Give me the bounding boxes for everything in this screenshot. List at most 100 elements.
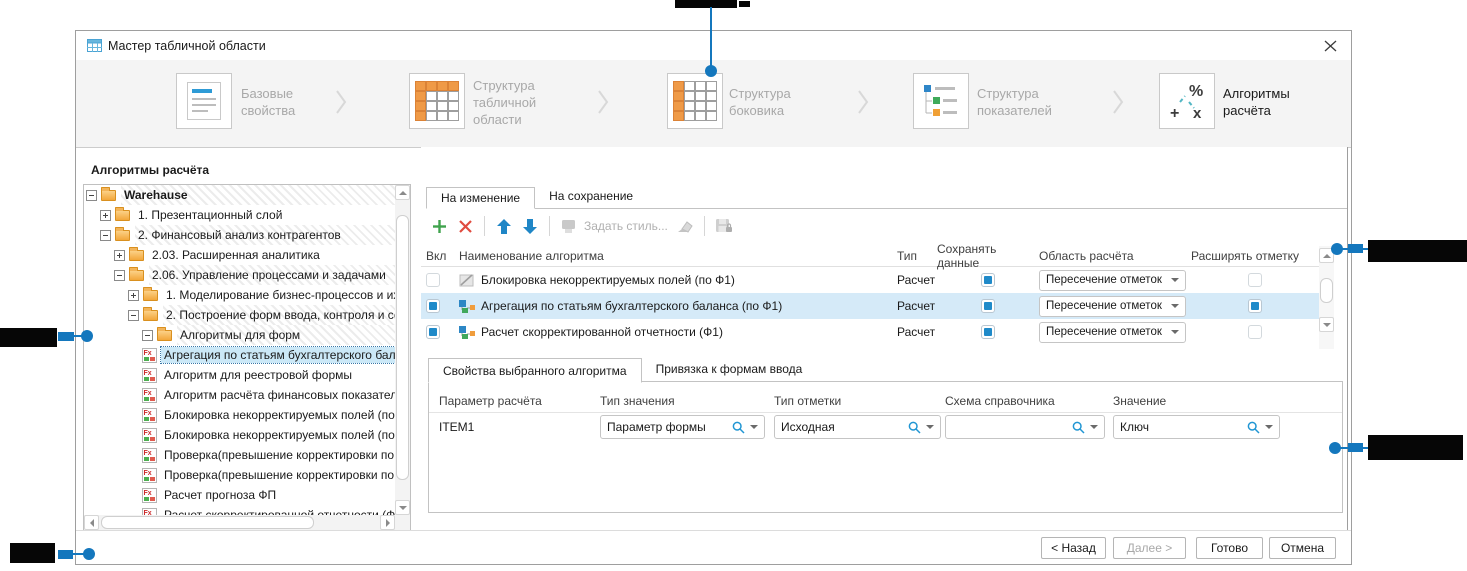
close-icon[interactable] — [1321, 38, 1339, 54]
column-header[interactable]: Тип — [897, 249, 937, 263]
tree-node[interactable]: Fx Агрегация по статьям бухгалтерского б… — [84, 345, 395, 365]
tree-node[interactable]: 2.06. Управление процессами и задачами — [84, 265, 395, 285]
collapse-icon[interactable] — [142, 330, 153, 341]
collapse-icon[interactable] — [100, 230, 111, 241]
enabled-checkbox[interactable] — [426, 325, 440, 339]
algorithm-type: Расчет — [897, 299, 937, 313]
move-down-icon[interactable] — [517, 214, 543, 238]
column-header[interactable]: Область расчёта — [1039, 249, 1191, 263]
tree-node[interactable]: Fx Алгоритм для реестровой формы — [84, 365, 395, 385]
table-row[interactable]: Расчет скорректированной отчетности (Ф1)… — [421, 319, 1333, 345]
next-button[interactable]: Далее > — [1113, 537, 1186, 559]
step-basic-properties[interactable] — [176, 73, 232, 129]
collapse-icon[interactable] — [86, 190, 97, 201]
dictionary-schema-dropdown[interactable] — [945, 415, 1105, 439]
move-up-icon[interactable] — [491, 214, 517, 238]
save-data-checkbox[interactable] — [981, 299, 995, 313]
hierarchy-icon — [459, 325, 475, 339]
scrollbar-thumb[interactable] — [101, 516, 314, 529]
search-icon[interactable] — [1072, 421, 1085, 434]
step-label: Алгоритмы расчёта — [1223, 85, 1315, 119]
column-header[interactable]: Сохранять данные — [937, 242, 1039, 270]
add-icon[interactable] — [426, 214, 452, 238]
step-calc-algorithms[interactable]: % + x — [1159, 73, 1215, 129]
tree-node[interactable]: 1. Моделирование бизнес-процессов и их в… — [84, 285, 395, 305]
scrollbar-thumb[interactable] — [396, 215, 409, 480]
collapse-icon[interactable] — [114, 270, 125, 281]
chevron-down-icon — [1171, 278, 1179, 282]
column-header[interactable]: Наименование алгоритма — [459, 249, 897, 263]
tree-node[interactable]: Fx Проверка(превышение корректировки по … — [84, 465, 395, 485]
enabled-checkbox[interactable] — [426, 273, 440, 287]
callout-line — [710, 7, 712, 66]
chevron-down-icon[interactable] — [926, 425, 934, 429]
chevron-down-icon[interactable] — [1090, 425, 1098, 429]
tree-node[interactable]: Fx Блокировка некорректируемых полей (по… — [84, 405, 395, 425]
save-data-checkbox[interactable] — [981, 325, 995, 339]
tree-node[interactable]: Fx Проверка(превышение корректировки по … — [84, 445, 395, 465]
collapse-icon[interactable] — [128, 310, 139, 321]
expand-icon[interactable] — [128, 290, 139, 301]
tree-node-label: 1. Моделирование бизнес-процессов и их в… — [163, 287, 395, 303]
tree-node[interactable]: Warehause — [84, 185, 395, 205]
tree-node-label: Алгоритм расчёта финансовых показателей — [161, 387, 395, 403]
tree-node[interactable]: 2.03. Расширенная аналитика — [84, 245, 395, 265]
scroll-left-icon[interactable] — [84, 515, 99, 530]
cancel-button[interactable]: Отмена — [1269, 537, 1336, 559]
tree-node[interactable]: Алгоритмы для форм — [84, 325, 395, 345]
enabled-checkbox[interactable] — [426, 299, 440, 313]
save-data-checkbox[interactable] — [981, 273, 995, 287]
redacted-annotation — [739, 1, 750, 7]
delete-icon[interactable] — [452, 214, 478, 238]
tree-node-label: 2. Финансовый анализ контрагентов — [135, 227, 344, 243]
calc-algorithms-icon: % + x — [1166, 80, 1208, 122]
step-table-area-structure[interactable] — [409, 73, 465, 129]
search-icon[interactable] — [908, 421, 921, 434]
step-indicators-structure[interactable] — [913, 73, 969, 129]
calc-area-dropdown[interactable]: Пересечение отметок — [1039, 322, 1186, 343]
expand-mark-checkbox[interactable] — [1248, 299, 1262, 313]
tree-node[interactable]: 2. Финансовый анализ контрагентов — [84, 225, 395, 245]
tab-on-change[interactable]: На изменение — [426, 187, 535, 209]
calc-area-dropdown[interactable]: Пересечение отметок — [1039, 270, 1186, 291]
save-lock-icon[interactable] — [711, 214, 737, 238]
column-header[interactable]: Расширять отметку — [1191, 249, 1319, 263]
expand-icon[interactable] — [114, 250, 125, 261]
scroll-down-icon[interactable] — [395, 500, 410, 515]
done-button[interactable]: Готово — [1196, 537, 1263, 559]
scroll-right-icon[interactable] — [380, 515, 395, 530]
expand-mark-checkbox[interactable] — [1248, 325, 1262, 339]
tree-node[interactable]: Fx Блокировка некорректируемых полей (по… — [84, 425, 395, 445]
column-header[interactable]: Вкл — [421, 249, 459, 263]
expand-icon[interactable] — [100, 210, 111, 221]
set-style-label[interactable]: Задать стиль... — [584, 219, 668, 233]
step-side-head-structure[interactable] — [667, 73, 723, 129]
back-button[interactable]: < Назад — [1041, 537, 1106, 559]
tree-node[interactable]: Fx Алгоритм расчёта финансовых показател… — [84, 385, 395, 405]
scroll-down-icon[interactable] — [1319, 317, 1334, 332]
column-header: Значение — [1113, 394, 1288, 408]
eraser-icon[interactable] — [672, 214, 698, 238]
search-icon[interactable] — [1247, 421, 1260, 434]
set-style-icon[interactable] — [556, 214, 582, 238]
tree-node[interactable]: Fx Расчет прогноза ФП — [84, 485, 395, 505]
value-dropdown[interactable]: Ключ — [1113, 415, 1280, 439]
scrollbar-thumb[interactable] — [1320, 278, 1333, 303]
mark-type-dropdown[interactable]: Исходная — [774, 415, 941, 439]
expand-mark-checkbox[interactable] — [1248, 273, 1262, 287]
tree-node[interactable]: 2. Построение форм ввода, контроля и сог… — [84, 305, 395, 325]
scroll-up-icon[interactable] — [395, 185, 410, 200]
table-row-selected[interactable]: Агрегация по статьям бухгалтерского бала… — [421, 293, 1333, 319]
tree-node[interactable]: 1. Презентационный слой — [84, 205, 395, 225]
tree-node[interactable]: Fx Расчет скорректированной отчетности (… — [84, 505, 395, 515]
chevron-down-icon[interactable] — [750, 425, 758, 429]
calc-area-dropdown[interactable]: Пересечение отметок — [1039, 296, 1186, 317]
value-type-dropdown[interactable]: Параметр формы — [600, 415, 765, 439]
table-row[interactable]: Блокировка некорректируемых полей (по Ф1… — [421, 267, 1333, 293]
tab-on-save[interactable]: На сохранение — [535, 186, 647, 208]
tab-selected-algorithm-props[interactable]: Свойства выбранного алгоритма — [428, 358, 642, 383]
tree-node-label: 2.03. Расширенная аналитика — [149, 247, 323, 263]
search-icon[interactable] — [732, 421, 745, 434]
tab-input-forms-binding[interactable]: Привязка к формам ввода — [642, 357, 817, 382]
chevron-down-icon[interactable] — [1265, 425, 1273, 429]
